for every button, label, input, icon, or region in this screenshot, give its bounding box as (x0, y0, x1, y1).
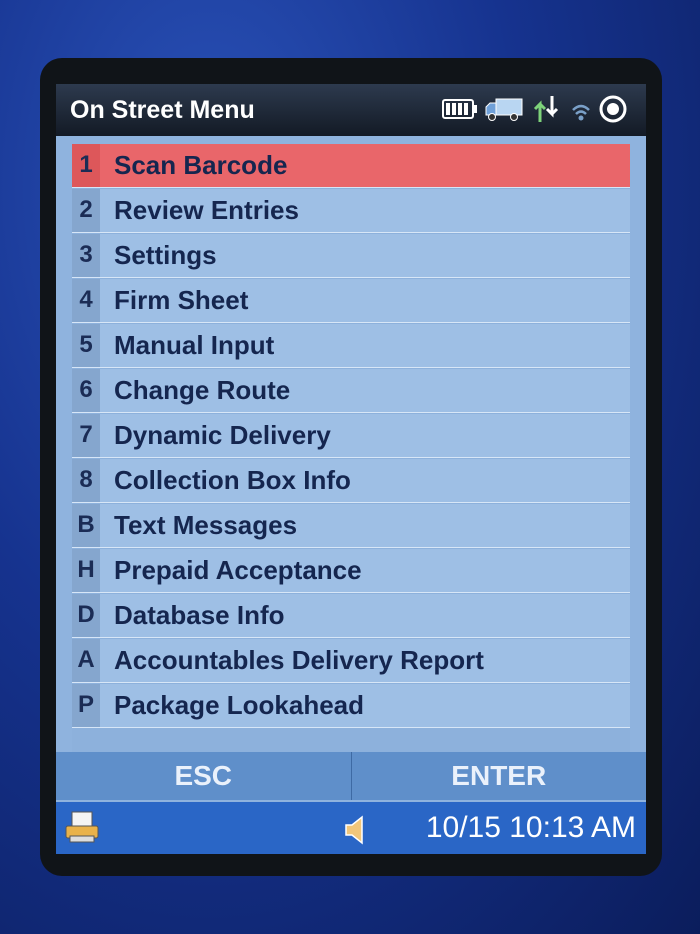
menu-item-key: 8 (72, 459, 100, 502)
menu-item-key: D (72, 594, 100, 637)
page-title: On Street Menu (70, 96, 255, 124)
screen: On Street Menu 1 Scan Barcode 2 Review E… (56, 84, 646, 854)
title-bar: On Street Menu (56, 84, 646, 136)
menu-item-label: Database Info (114, 599, 285, 630)
menu-item[interactable]: 2 Review Entries (72, 189, 630, 233)
menu-item-label: Prepaid Acceptance (114, 554, 362, 585)
menu-item-key: 2 (72, 189, 100, 232)
taskbar: 10/15 10:13 AM (56, 802, 646, 854)
printer-icon[interactable] (62, 810, 102, 851)
target-icon[interactable] (598, 94, 628, 128)
main-menu: 1 Scan Barcode 2 Review Entries 3 Settings 4 Fi… (72, 144, 630, 774)
sync-arrows-icon (530, 94, 564, 128)
menu-item[interactable]: A Accountables Delivery Report (72, 639, 630, 683)
menu-item[interactable]: 3 Settings (72, 234, 630, 278)
menu-item-label: Collection Box Info (114, 464, 351, 495)
menu-item-label: Settings (114, 239, 217, 270)
device-housing: On Street Menu 1 Scan Barcode 2 Review E… (0, 0, 700, 934)
menu-item-label: Scan Barcode (114, 149, 288, 180)
menu-item[interactable]: B Text Messages (72, 504, 630, 548)
menu-item-label: Firm Sheet (114, 284, 249, 315)
speaker-icon[interactable] (344, 814, 370, 851)
menu-item[interactable]: 6 Change Route (72, 369, 630, 413)
battery-icon (442, 96, 478, 126)
menu-item[interactable]: 4 Firm Sheet (72, 279, 630, 323)
menu-item-key: H (72, 549, 100, 592)
truck-icon (484, 95, 524, 127)
menu-item-key: 4 (72, 279, 100, 322)
enter-button[interactable]: ENTER (352, 752, 647, 800)
esc-button[interactable]: ESC (56, 752, 352, 800)
menu-item[interactable]: D Database Info (72, 594, 630, 638)
menu-item-label: Review Entries (114, 194, 299, 225)
menu-item[interactable]: H Prepaid Acceptance (72, 549, 630, 593)
menu-item-label: Dynamic Delivery (114, 419, 331, 450)
menu-item-key: 1 (72, 144, 100, 187)
softkey-bar: ESC ENTER (56, 752, 646, 800)
wifi-icon (570, 96, 592, 126)
status-icons (442, 94, 628, 128)
menu-item-key: B (72, 504, 100, 547)
menu-item-key: 5 (72, 324, 100, 367)
clock[interactable]: 10/15 10:13 AM (426, 811, 636, 845)
menu-item-label: Package Lookahead (114, 689, 364, 720)
menu-item[interactable]: 5 Manual Input (72, 324, 630, 368)
menu-item[interactable]: 8 Collection Box Info (72, 459, 630, 503)
menu-item-key: 6 (72, 369, 100, 412)
menu-item-label: Manual Input (114, 329, 275, 360)
menu-item[interactable]: 1 Scan Barcode (72, 144, 630, 188)
menu-item-key: 7 (72, 414, 100, 457)
menu-item-label: Accountables Delivery Report (114, 644, 484, 675)
menu-item-key: P (72, 684, 100, 727)
menu-item-label: Text Messages (114, 509, 298, 540)
menu-item-key: A (72, 639, 100, 682)
menu-item-label: Change Route (114, 374, 291, 405)
menu-item-key: 3 (72, 234, 100, 277)
menu-item[interactable]: P Package Lookahead (72, 684, 630, 728)
menu-item[interactable]: 7 Dynamic Delivery (72, 414, 630, 458)
